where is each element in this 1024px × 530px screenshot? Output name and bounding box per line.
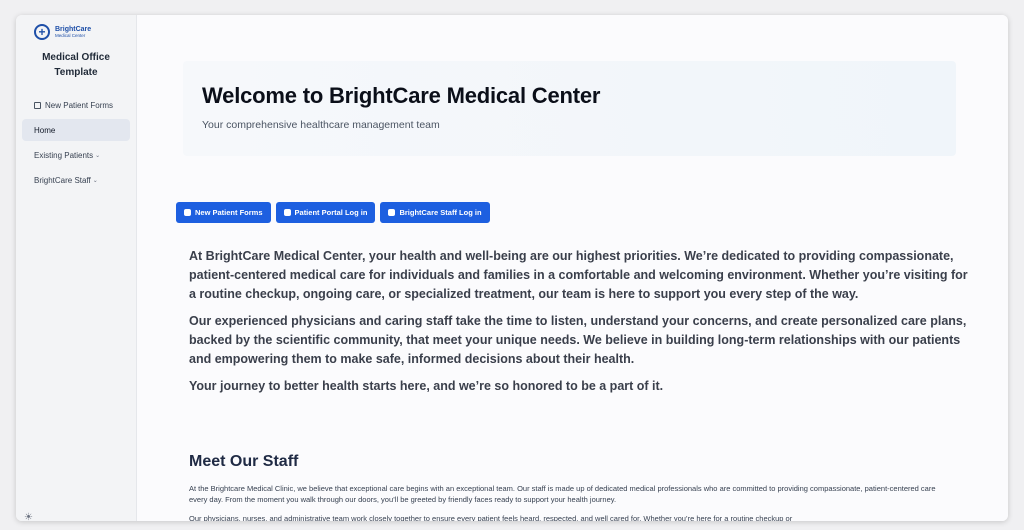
stethoscope-icon	[388, 209, 396, 216]
page-subtitle: Your comprehensive healthcare management…	[202, 119, 440, 131]
sidebar-item-label: Home	[34, 125, 56, 135]
intro-paragraph: Your journey to better health starts her…	[189, 379, 664, 393]
sidebar-item-label: New Patient Forms	[45, 100, 114, 110]
app-window: + BrightCare Medical Center Medical Offi…	[16, 15, 1008, 521]
medical-cross-icon: +	[34, 24, 50, 40]
logo-subtitle: Medical Center	[55, 32, 86, 38]
sidebar-item-label: BrightCare Staff	[34, 175, 91, 185]
staff-login-button[interactable]: BrightCare Staff Log in	[380, 202, 490, 223]
intro-paragraph: Our experienced physicians and caring st…	[189, 314, 967, 366]
staff-heading: Meet Our Staff	[189, 453, 299, 470]
heart-icon	[184, 209, 191, 216]
office-title: Medical Office Template	[42, 52, 110, 78]
logo[interactable]: + BrightCare Medical Center	[16, 15, 136, 40]
sidebar: + BrightCare Medical Center Medical Offi…	[16, 15, 137, 521]
theme-toggle-sun-icon[interactable]: ☀	[24, 512, 33, 521]
sidebar-item-label: Existing Patients	[34, 150, 94, 160]
sidebar-nav: New Patient Forms Home Existing Patients…	[16, 94, 136, 191]
button-label: Patient Portal Log in	[294, 208, 368, 217]
sidebar-item-brightcare-staff[interactable]: BrightCare Staff ⌄	[22, 169, 130, 191]
staff-paragraph: At the Brightcare Medical Clinic, we bel…	[189, 484, 936, 504]
action-buttons: New Patient Forms Patient Portal Log in …	[176, 202, 495, 223]
main-content: Welcome to BrightCare Medical Center You…	[137, 15, 1008, 521]
form-icon	[34, 101, 41, 109]
chevron-down-icon: ⌄	[95, 152, 101, 159]
chevron-down-icon: ⌄	[92, 177, 98, 184]
patient-portal-login-button[interactable]: Patient Portal Log in	[275, 202, 376, 223]
hero-banner: Welcome to BrightCare Medical Center You…	[183, 61, 956, 156]
button-label: New Patient Forms	[195, 208, 263, 217]
building-icon	[283, 209, 291, 216]
sidebar-item-new-patient-forms[interactable]: New Patient Forms	[22, 94, 130, 116]
page-title: Welcome to BrightCare Medical Center	[202, 83, 601, 108]
sidebar-item-home[interactable]: Home	[22, 119, 130, 141]
button-label: BrightCare Staff Log in	[399, 208, 482, 217]
logo-name: BrightCare	[55, 25, 92, 33]
sidebar-item-existing-patients[interactable]: Existing Patients ⌄	[22, 144, 130, 166]
intro-text: At BrightCare Medical Center, your healt…	[189, 247, 969, 404]
new-patient-forms-button[interactable]: New Patient Forms	[176, 202, 271, 223]
staff-paragraph: Our physicians, nurses, and administrati…	[189, 514, 793, 521]
intro-paragraph: At BrightCare Medical Center, your healt…	[189, 249, 968, 301]
